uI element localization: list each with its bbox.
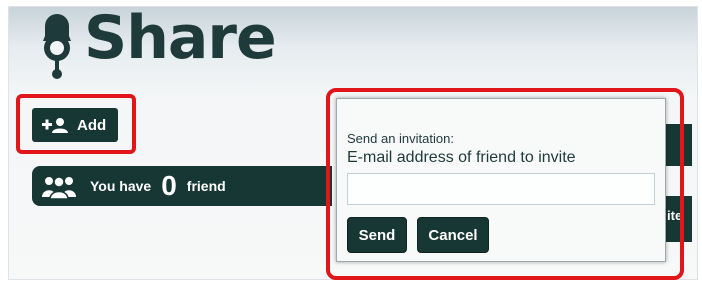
add-button[interactable]: Add [32,108,118,142]
cancel-button[interactable]: Cancel [417,217,489,253]
invitation-dialog: Send an invitation: E-mail address of fr… [336,98,666,262]
email-field[interactable] [347,173,655,205]
friends-count: 0 [161,170,177,201]
send-button[interactable]: Send [347,217,407,253]
email-field-label: E-mail address of friend to invite [347,149,576,166]
friends-suffix-text: friend [186,178,226,194]
dialog-prompt: Send an invitation: [347,131,454,146]
add-user-icon [42,118,68,133]
page-title: Share [84,3,277,73]
friends-prefix-text: You have [90,178,152,194]
bell-icon [43,14,71,79]
friends-summary-bar: You have 0 friend [32,166,332,206]
add-button-label: Add [77,116,107,134]
group-icon [42,176,76,199]
